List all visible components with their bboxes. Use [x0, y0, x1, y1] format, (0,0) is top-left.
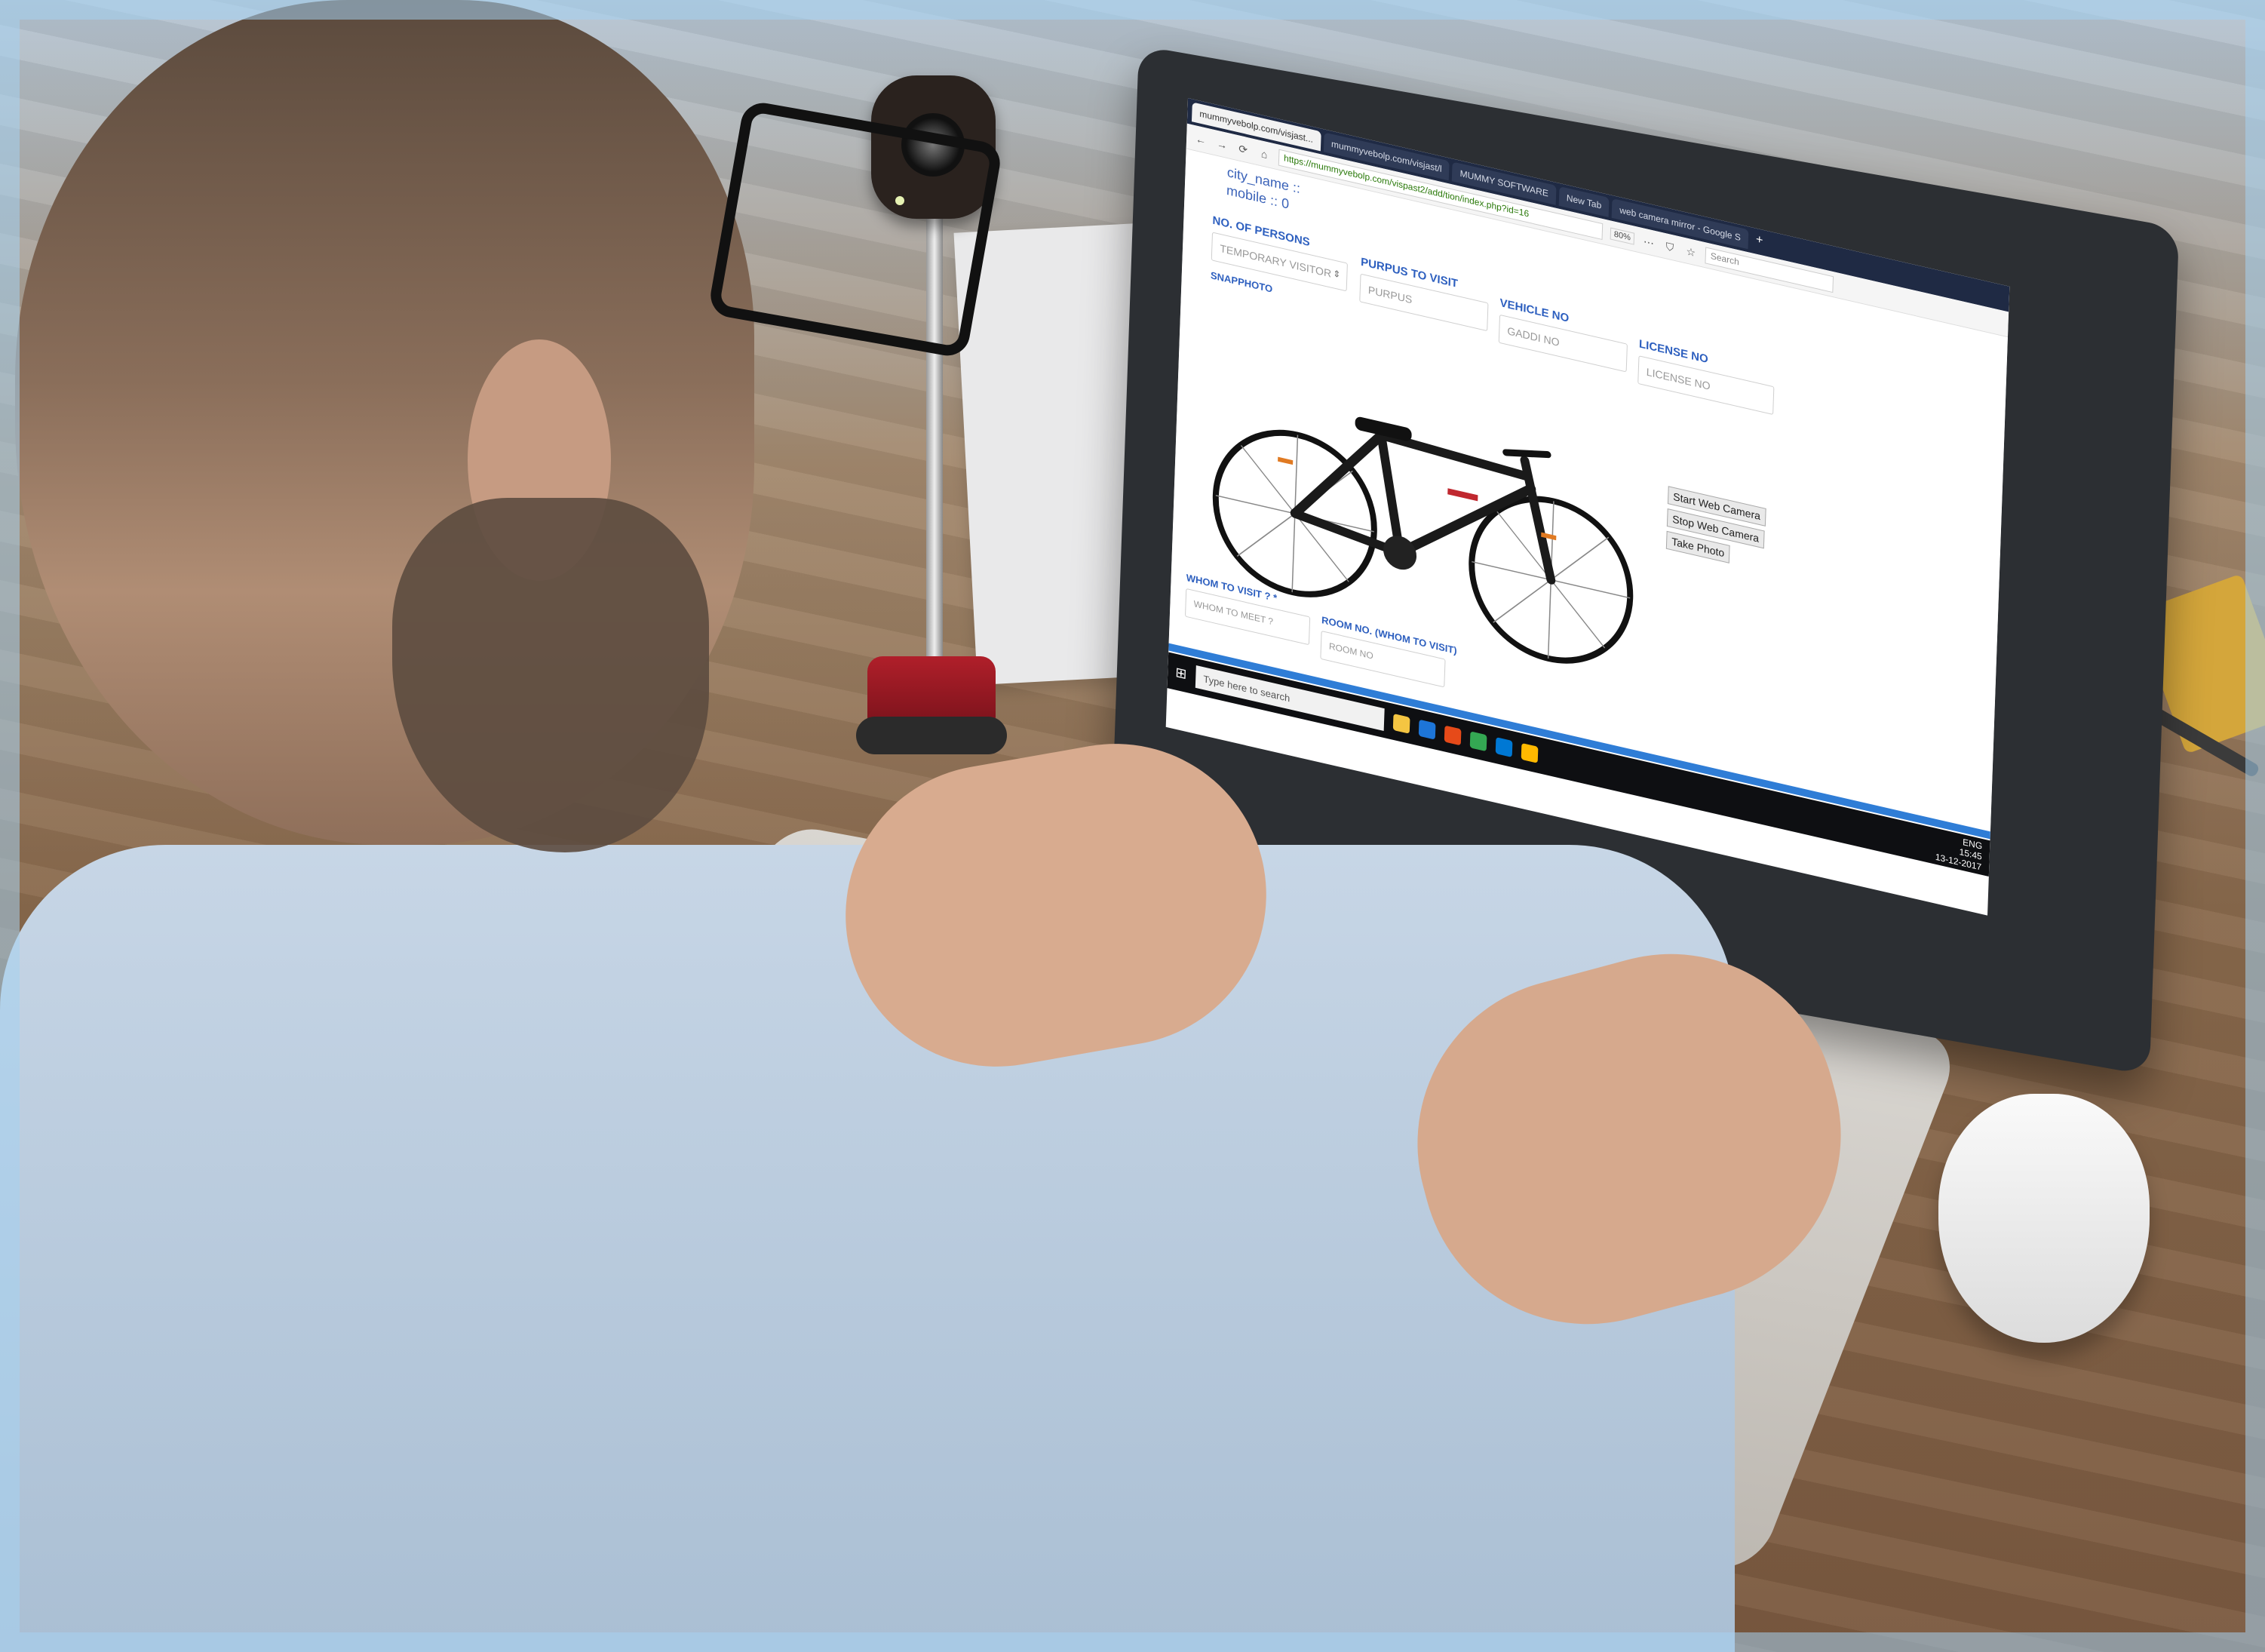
new-tab-button[interactable]: +	[1751, 230, 1767, 253]
star-icon[interactable]: ☆	[1684, 243, 1699, 259]
snapphoto-label: SNAPPHOTO	[1210, 269, 1273, 295]
chevron-down-icon: ⇕	[1333, 268, 1341, 281]
back-arrow-icon[interactable]: ←	[1194, 131, 1208, 147]
photo-scene: mummyvebolp.com/visjast... mummyvebolp.c…	[0, 0, 2265, 1652]
computer-mouse	[1938, 1094, 2150, 1343]
more-icon[interactable]: ⋯	[1642, 234, 1656, 250]
eyeglasses	[707, 99, 1004, 360]
chrome-icon[interactable]	[1469, 731, 1487, 752]
home-icon[interactable]: ⌂	[1257, 146, 1272, 162]
file-explorer-icon[interactable]	[1392, 713, 1410, 734]
zoom-level[interactable]: 80%	[1610, 226, 1635, 245]
firefox-icon[interactable]	[1444, 725, 1462, 746]
mail-icon[interactable]	[1495, 737, 1513, 758]
store-icon[interactable]	[1521, 742, 1539, 763]
webcam-foot	[856, 717, 1007, 754]
forward-arrow-icon[interactable]: →	[1215, 136, 1229, 152]
taskbar-clock[interactable]: ENG 15:45 13-12-2017	[1935, 831, 1983, 873]
edge-icon[interactable]	[1418, 719, 1436, 740]
reload-icon[interactable]: ⟳	[1236, 140, 1251, 157]
persons-value: TEMPORARY VISITOR	[1220, 241, 1332, 280]
shield-icon[interactable]: ⛉	[1663, 238, 1677, 255]
windows-start-icon[interactable]: ⊞	[1175, 664, 1187, 682]
